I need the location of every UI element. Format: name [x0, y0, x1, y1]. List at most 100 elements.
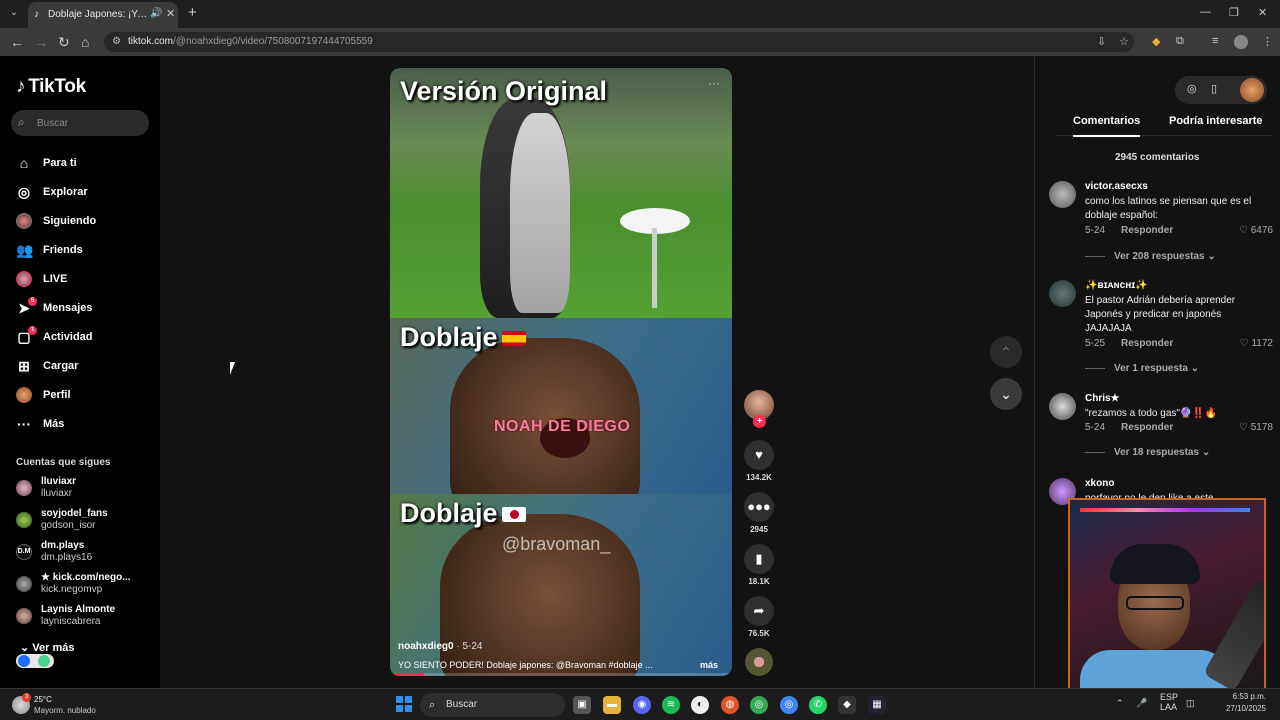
see-more-button[interactable]: ⌄ Ver más [20, 641, 74, 654]
tiktok-logo[interactable]: ♪ TikTok [16, 76, 86, 98]
view-replies[interactable]: Ver 1 respuesta ⌄ [1085, 363, 1199, 374]
media-control-icon[interactable]: ≡ [1212, 35, 1218, 47]
followed-account[interactable]: lluviaxr lluviaxr [16, 476, 146, 504]
avatar[interactable] [1049, 280, 1076, 307]
home-browser-icon[interactable]: ⌂ [81, 34, 89, 50]
user-avatar[interactable] [1240, 78, 1264, 102]
comment-action[interactable]: ●●● 2945 [744, 492, 774, 534]
music-disc-icon[interactable] [745, 648, 773, 676]
nav-siguiendo[interactable]: Siguiendo [16, 210, 146, 234]
tab-podria-interesarte[interactable]: Podría interesarte [1169, 115, 1263, 127]
video-progress-bar[interactable] [390, 673, 732, 676]
url-bar[interactable]: ⚙ tiktok.com/@noahxdieg0/video/750800719… [104, 32, 1134, 52]
comment-user[interactable]: ✨ʙɪᴀɴᴄʜɪ✨ [1085, 280, 1148, 291]
minimize-icon[interactable]: — [1200, 6, 1211, 18]
browser-menu-icon[interactable]: ⋮ [1262, 35, 1273, 48]
chrome-icon[interactable]: ◎ [750, 696, 768, 714]
obs-icon[interactable]: ◐ [691, 696, 709, 714]
install-app-icon[interactable]: ⇩ [1097, 35, 1106, 48]
reply-button[interactable]: Responder [1121, 422, 1173, 433]
maximize-icon[interactable]: ❐ [1229, 6, 1239, 19]
chrome-active-icon[interactable]: ◎ [780, 696, 798, 714]
tray-chevron-up-icon[interactable]: ⌃ [1116, 698, 1124, 709]
nav-live[interactable]: LIVE [16, 268, 146, 292]
network-icon[interactable]: ◫ [1186, 698, 1195, 709]
close-tab-icon[interactable]: ✕ [166, 7, 175, 20]
whatsapp-icon[interactable]: ✆ [809, 696, 827, 714]
comment-user[interactable]: Chris★ [1085, 393, 1120, 404]
tab-search-menu-icon[interactable]: ⌄ [6, 5, 22, 21]
speaker-icon[interactable]: 🔊 [150, 8, 162, 19]
comment-icon[interactable]: ●●● [744, 492, 774, 522]
nav-para-ti[interactable]: ⌂ Para ti [16, 152, 146, 176]
explore-compass-icon[interactable]: ◎ [1187, 82, 1197, 95]
close-window-icon[interactable]: ✕ [1258, 6, 1267, 19]
top-right-tools: ◎ ▯ [1175, 76, 1267, 104]
nav-explorar[interactable]: ◎ Explorar [16, 181, 146, 205]
system-clock[interactable]: 6:53 p.m. 27/10/2025 [1206, 691, 1266, 715]
comment-like[interactable]: ♡ 5178 [1239, 422, 1273, 433]
new-tab-button[interactable]: + [188, 5, 197, 21]
comment-user[interactable]: xkono [1085, 478, 1114, 489]
language-indicator[interactable]: ESP LAA [1160, 692, 1178, 712]
comment-like[interactable]: ♡ 1172 [1240, 338, 1273, 349]
like-action[interactable]: ♥ 134.2K [744, 440, 774, 482]
previous-video-chevron-up-icon[interactable]: ⌃ [990, 336, 1022, 368]
nav-cargar[interactable]: ⊞ Cargar [16, 355, 146, 379]
device-icon[interactable]: ▯ [1211, 82, 1217, 95]
save-action[interactable]: ▮ 18.1K [744, 544, 774, 586]
nav-mas[interactable]: ··· Más [16, 413, 146, 437]
followed-account[interactable]: D.M dm.plays dm.plays16 [16, 540, 146, 568]
tab-comentarios[interactable]: Comentarios [1073, 115, 1141, 137]
file-explorer-icon[interactable]: ▬ [603, 696, 621, 714]
reload-icon[interactable]: ↻ [58, 34, 70, 50]
search-box[interactable]: ⌕ [11, 110, 149, 136]
share-icon[interactable]: ➦ [744, 596, 774, 626]
site-info-icon[interactable]: ⚙ [112, 32, 121, 52]
weather-badge: 3 [22, 693, 31, 702]
comment-user[interactable]: victor.asecxs [1085, 181, 1148, 192]
app-icon[interactable]: ◍ [721, 696, 739, 714]
share-action[interactable]: ➦ 76.5K [744, 596, 774, 638]
nav-actividad[interactable]: ▢ 1 Actividad [16, 326, 146, 350]
next-video-chevron-down-icon[interactable]: ⌄ [990, 378, 1022, 410]
taskbar-search[interactable]: ⌕ Buscar [420, 693, 565, 717]
weather-widget[interactable]: 3 25°C Mayorm. nublado [12, 693, 122, 717]
bookmark-star-icon[interactable]: ☆ [1119, 35, 1129, 48]
app-icon[interactable]: ◆ [838, 696, 856, 714]
browser-profile-avatar[interactable] [1234, 35, 1248, 49]
follow-plus-icon[interactable]: + [753, 415, 766, 428]
forward-icon[interactable]: → [34, 34, 48, 50]
heart-icon[interactable]: ♥ [744, 440, 774, 470]
tray-mic-icon[interactable]: 🎤 [1136, 698, 1147, 709]
search-input[interactable] [37, 114, 142, 132]
video-author[interactable]: noahxdieg0 · 5-24 [398, 641, 724, 652]
view-replies[interactable]: Ver 208 respuestas ⌄ [1085, 251, 1216, 262]
video-options-icon[interactable]: ··· [708, 76, 720, 90]
discord-icon[interactable]: ◉ [633, 696, 651, 714]
browser-tab-active[interactable]: ♪ Doblaje Japones: ¡Yo Siento... 🔊 ✕ [28, 2, 178, 28]
comment-like[interactable]: ♡ 6476 [1239, 225, 1273, 236]
reply-button[interactable]: Responder [1121, 338, 1173, 349]
windows-start-icon[interactable] [396, 696, 412, 712]
nav-mensajes[interactable]: ➤ 5 Mensajes [16, 297, 146, 321]
followed-account[interactable]: ★ kick.com/nego... kick.negomvp [16, 572, 146, 600]
nav-perfil[interactable]: Perfil [16, 384, 146, 408]
back-icon[interactable]: ← [10, 34, 24, 50]
avatar[interactable] [1049, 393, 1076, 420]
app-icon[interactable]: ▦ [868, 696, 886, 714]
task-view-icon[interactable]: ▣ [573, 696, 591, 714]
nav-friends[interactable]: 👥 Friends [16, 239, 146, 263]
reply-button[interactable]: Responder [1121, 225, 1173, 236]
extensions-puzzle-icon[interactable]: ⧉ [1176, 35, 1184, 48]
view-replies[interactable]: Ver 18 respuestas ⌄ [1085, 447, 1210, 458]
extension-icon[interactable]: ◆ [1152, 35, 1160, 48]
followed-account[interactable]: Laynis Almonte layniscabrera [16, 604, 146, 632]
followed-account[interactable]: soyjodel_fans godson_isor [16, 508, 146, 536]
app-toggle-pill[interactable] [16, 654, 54, 668]
spotify-icon[interactable]: ≋ [662, 696, 680, 714]
video-player[interactable]: Versión Original ··· Doblaje NOAH DE DIE… [390, 68, 732, 676]
avatar[interactable] [1049, 181, 1076, 208]
caption-more-link[interactable]: más [700, 660, 718, 670]
bookmark-icon[interactable]: ▮ [744, 544, 774, 574]
